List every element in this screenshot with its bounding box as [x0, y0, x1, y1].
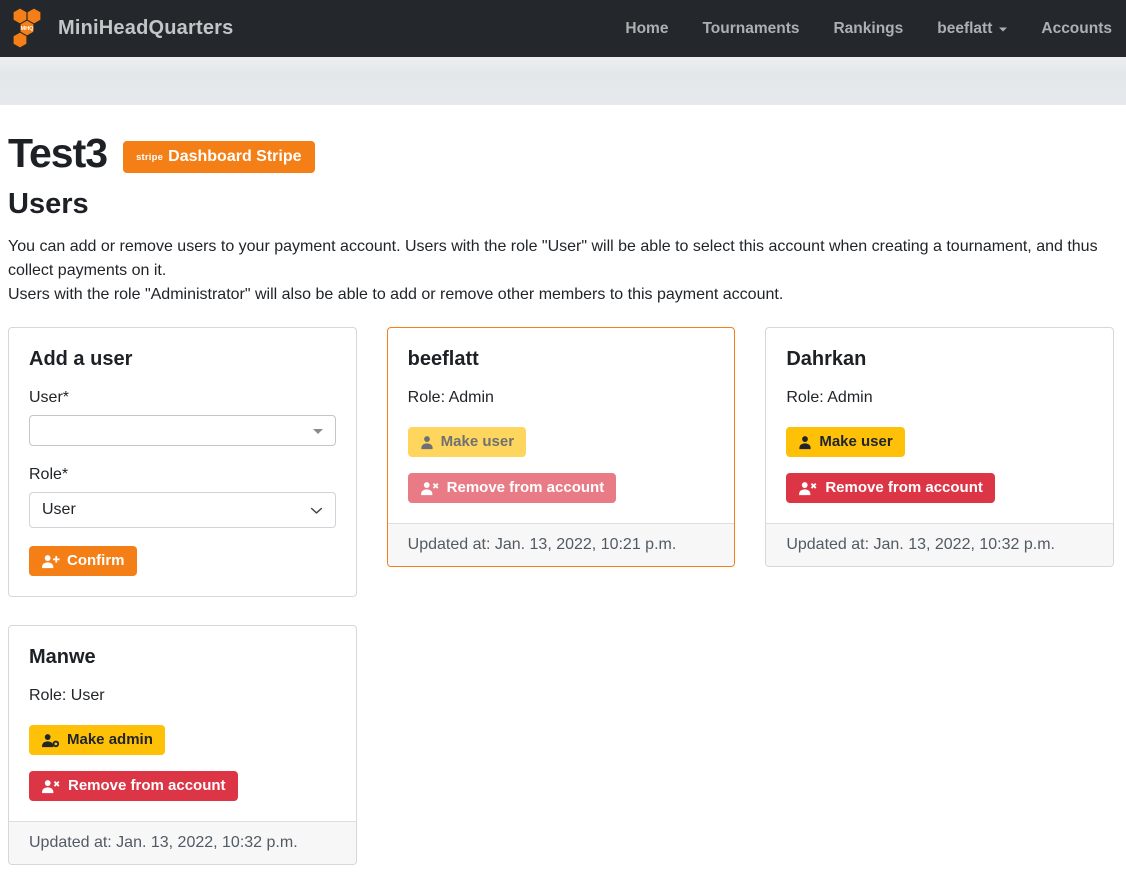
make-user-button[interactable]: Make user	[786, 427, 904, 457]
member-updated-at: Updated at: Jan. 13, 2022, 10:32 p.m.	[9, 821, 356, 864]
navbar: MHQ MiniHeadQuarters Home Tournaments Ra…	[0, 0, 1126, 57]
main-content: Test3 stripe Dashboard Stripe Users You …	[0, 105, 1126, 865]
person-plus-icon	[41, 554, 60, 569]
add-user-card-body: Add a user User* Role* User	[9, 328, 356, 596]
cards-grid: Add a user User* Role* User	[8, 327, 1114, 865]
member-card-body: beeflatt Role: Admin Make user	[388, 328, 735, 523]
nav-item-accounts[interactable]: Accounts	[1041, 20, 1112, 38]
logo-mhq-text: MHQ	[20, 26, 34, 32]
member-role: Role: Admin	[408, 389, 715, 407]
nav-item-tournaments[interactable]: Tournaments	[702, 20, 799, 38]
brand-home-link[interactable]: MHQ MiniHeadQuarters	[10, 7, 233, 51]
caret-down-icon	[999, 27, 1007, 35]
add-user-card: Add a user User* Role* User	[8, 327, 357, 597]
remove-from-account-button[interactable]: Remove from account	[29, 771, 238, 801]
remove-from-account-label: Remove from account	[447, 478, 605, 498]
page-header: Test3 stripe Dashboard Stripe	[8, 131, 1114, 176]
mhq-hexagon-logo-icon: MHQ	[10, 7, 48, 51]
confirm-button[interactable]: Confirm	[29, 546, 137, 576]
page-title: Test3	[8, 131, 107, 176]
member-card-body: Dahrkan Role: Admin Make user	[766, 328, 1113, 523]
remove-from-account-button[interactable]: Remove from account	[408, 473, 617, 503]
make-admin-button[interactable]: Make admin	[29, 725, 165, 755]
nav-item-user-menu[interactable]: beeflatt	[937, 20, 1007, 38]
member-card-beeflatt: beeflatt Role: Admin Make user	[387, 327, 736, 567]
users-description: You can add or remove users to your paym…	[8, 235, 1114, 307]
person-icon	[798, 435, 812, 450]
member-role: Role: Admin	[786, 389, 1093, 407]
remove-from-account-label: Remove from account	[825, 478, 983, 498]
make-user-label: Make user	[441, 432, 514, 452]
member-card-dahrkan: Dahrkan Role: Admin Make user	[765, 327, 1114, 567]
member-updated-at: Updated at: Jan. 13, 2022, 10:21 p.m.	[388, 523, 735, 566]
make-user-label: Make user	[819, 432, 892, 452]
person-x-icon	[420, 481, 440, 496]
section-title-users: Users	[8, 188, 1114, 221]
make-admin-label: Make admin	[67, 730, 153, 750]
confirm-button-label: Confirm	[67, 551, 125, 571]
add-user-title: Add a user	[29, 348, 336, 371]
remove-from-account-label: Remove from account	[68, 776, 226, 796]
user-menu-label: beeflatt	[937, 20, 992, 38]
role-select[interactable]: User	[29, 492, 336, 528]
member-role: Role: User	[29, 687, 336, 705]
member-name: Manwe	[29, 646, 336, 669]
hero-banner	[0, 57, 1126, 105]
role-select-value: User	[42, 501, 76, 519]
member-name: Dahrkan	[786, 348, 1093, 371]
remove-from-account-button[interactable]: Remove from account	[786, 473, 995, 503]
description-line-1: You can add or remove users to your paym…	[8, 235, 1114, 283]
description-line-2: Users with the role "Administrator" will…	[8, 283, 1114, 307]
dashboard-stripe-button[interactable]: stripe Dashboard Stripe	[123, 141, 314, 173]
member-card-manwe: Manwe Role: User Make admin	[8, 625, 357, 865]
member-updated-at: Updated at: Jan. 13, 2022, 10:32 p.m.	[766, 523, 1113, 566]
make-user-button[interactable]: Make user	[408, 427, 526, 457]
person-gear-icon	[41, 733, 60, 748]
dropdown-arrow-icon	[313, 429, 323, 439]
user-field-label: User*	[29, 389, 336, 407]
person-icon	[420, 435, 434, 450]
member-card-body: Manwe Role: User Make admin	[9, 626, 356, 821]
chevron-down-icon	[310, 504, 323, 517]
stripe-logo-mark: stripe	[136, 148, 163, 168]
user-select-combobox[interactable]	[29, 415, 336, 446]
main-nav: Home Tournaments Rankings beeflatt Accou…	[625, 20, 1112, 38]
nav-item-rankings[interactable]: Rankings	[833, 20, 903, 38]
nav-item-home[interactable]: Home	[625, 20, 668, 38]
dashboard-stripe-label: Dashboard Stripe	[168, 147, 301, 167]
role-field-label: Role*	[29, 466, 336, 484]
brand-title: MiniHeadQuarters	[58, 17, 233, 40]
member-name: beeflatt	[408, 348, 715, 371]
person-x-icon	[41, 779, 61, 794]
person-x-icon	[798, 481, 818, 496]
